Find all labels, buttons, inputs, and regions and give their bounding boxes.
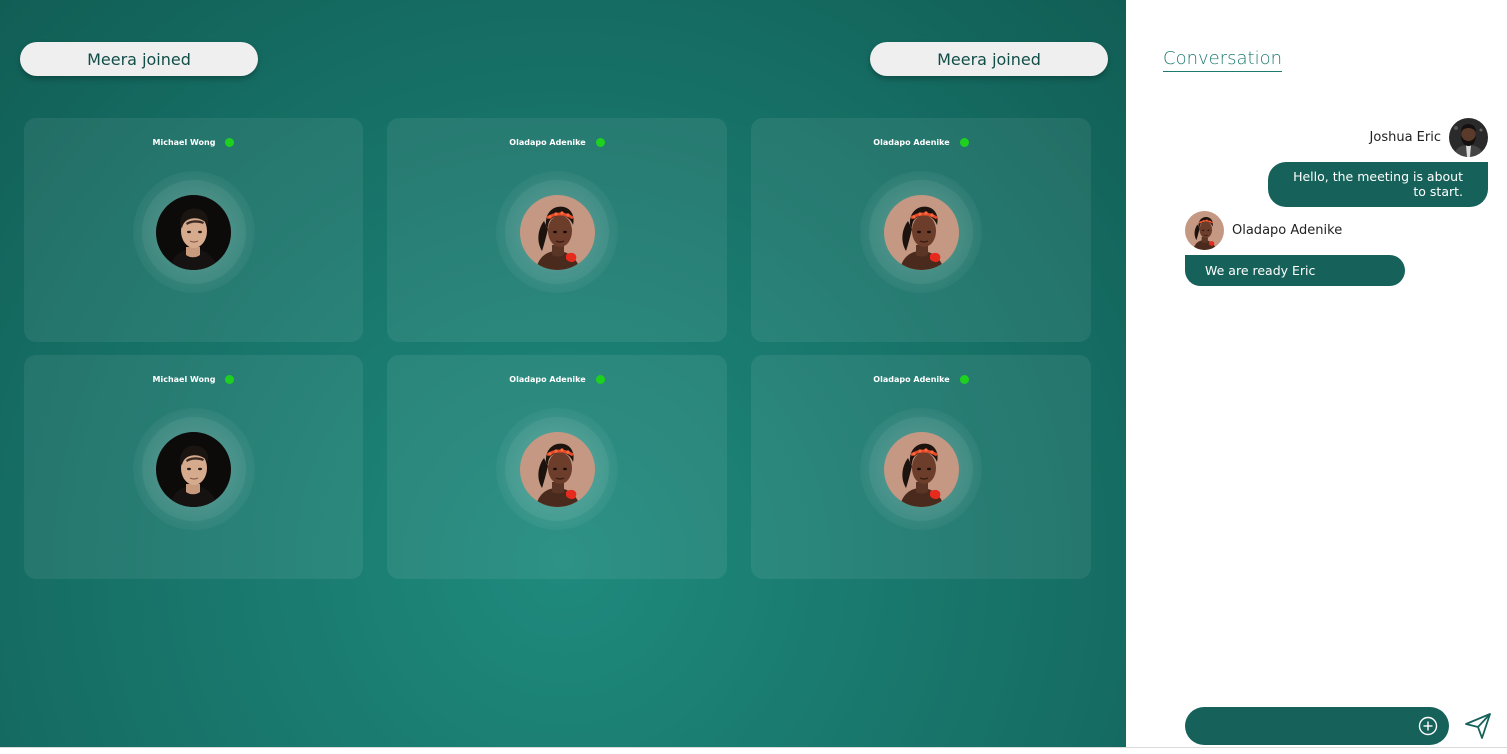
avatar [1449, 118, 1488, 157]
avatar [884, 195, 959, 270]
tile-header: Oladapo Adenike [387, 138, 727, 147]
avatar-ring [860, 408, 982, 530]
participant-tile[interactable]: Oladapo Adenike [751, 118, 1091, 342]
participant-name: Oladapo Adenike [509, 138, 586, 147]
avatar-ring [132, 408, 255, 530]
message-sender: Oladapo Adenike [1185, 211, 1342, 250]
message-input[interactable] [1201, 707, 1415, 747]
avatar [1185, 211, 1224, 250]
send-icon[interactable] [1463, 711, 1493, 741]
avatar [520, 195, 595, 270]
tile-header: Michael Wong [24, 138, 363, 147]
plus-circle-icon[interactable] [1418, 716, 1438, 736]
online-status-icon [225, 138, 235, 147]
avatar-ring [860, 171, 982, 293]
online-status-icon [595, 138, 605, 147]
avatar [884, 432, 959, 507]
participant-name: Oladapo Adenike [509, 375, 586, 384]
meeting-stage: Meera joined Meera joined Michael Wong O… [0, 0, 1126, 748]
online-status-icon [225, 375, 235, 384]
participant-name: Michael Wong [152, 138, 216, 147]
avatar [156, 432, 231, 507]
online-status-icon [595, 375, 605, 384]
participant-name: Michael Wong [152, 375, 216, 384]
chat-title: Conversation [1163, 48, 1283, 72]
bottom-divider [0, 747, 1507, 754]
participant-tile[interactable]: Oladapo Adenike [387, 355, 727, 579]
participant-tile[interactable]: Michael Wong [24, 355, 363, 579]
tile-header: Oladapo Adenike [751, 138, 1091, 147]
tile-header: Oladapo Adenike [387, 375, 727, 384]
join-notification-text: Meera joined [937, 49, 1041, 69]
join-notification: Meera joined [20, 42, 258, 76]
participant-tile[interactable]: Oladapo Adenike [751, 355, 1091, 579]
avatar-ring [496, 171, 618, 293]
incoming-message-bubble: We are ready Eric [1185, 255, 1405, 286]
join-notification: Meera joined [870, 42, 1108, 76]
sender-name: Oladapo Adenike [1232, 223, 1343, 238]
message-sender: Joshua Eric [1370, 118, 1488, 157]
tile-header: Michael Wong [24, 375, 363, 384]
avatar [156, 195, 231, 270]
online-status-icon [959, 138, 969, 147]
chat-panel: Conversation Joshua Eric Hello, the meet… [1126, 0, 1507, 754]
message-composer [1185, 707, 1449, 747]
participant-tile[interactable]: Michael Wong [24, 118, 363, 342]
tile-header: Oladapo Adenike [751, 375, 1091, 384]
join-notification-text: Meera joined [87, 49, 191, 69]
message-text: We are ready Eric [1205, 263, 1316, 278]
outgoing-message-bubble: Hello, the meeting is about to start. [1268, 162, 1488, 207]
online-status-icon [959, 375, 969, 384]
participant-tile[interactable]: Oladapo Adenike [387, 118, 727, 342]
sender-name: Joshua Eric [1369, 130, 1441, 145]
participant-grid: Michael Wong Oladapo Adenike Oladapo Ade… [24, 118, 1091, 579]
avatar-ring [132, 171, 255, 293]
participant-name: Oladapo Adenike [873, 375, 950, 384]
avatar-ring [496, 408, 618, 530]
participant-name: Oladapo Adenike [873, 138, 950, 147]
avatar [520, 432, 595, 507]
